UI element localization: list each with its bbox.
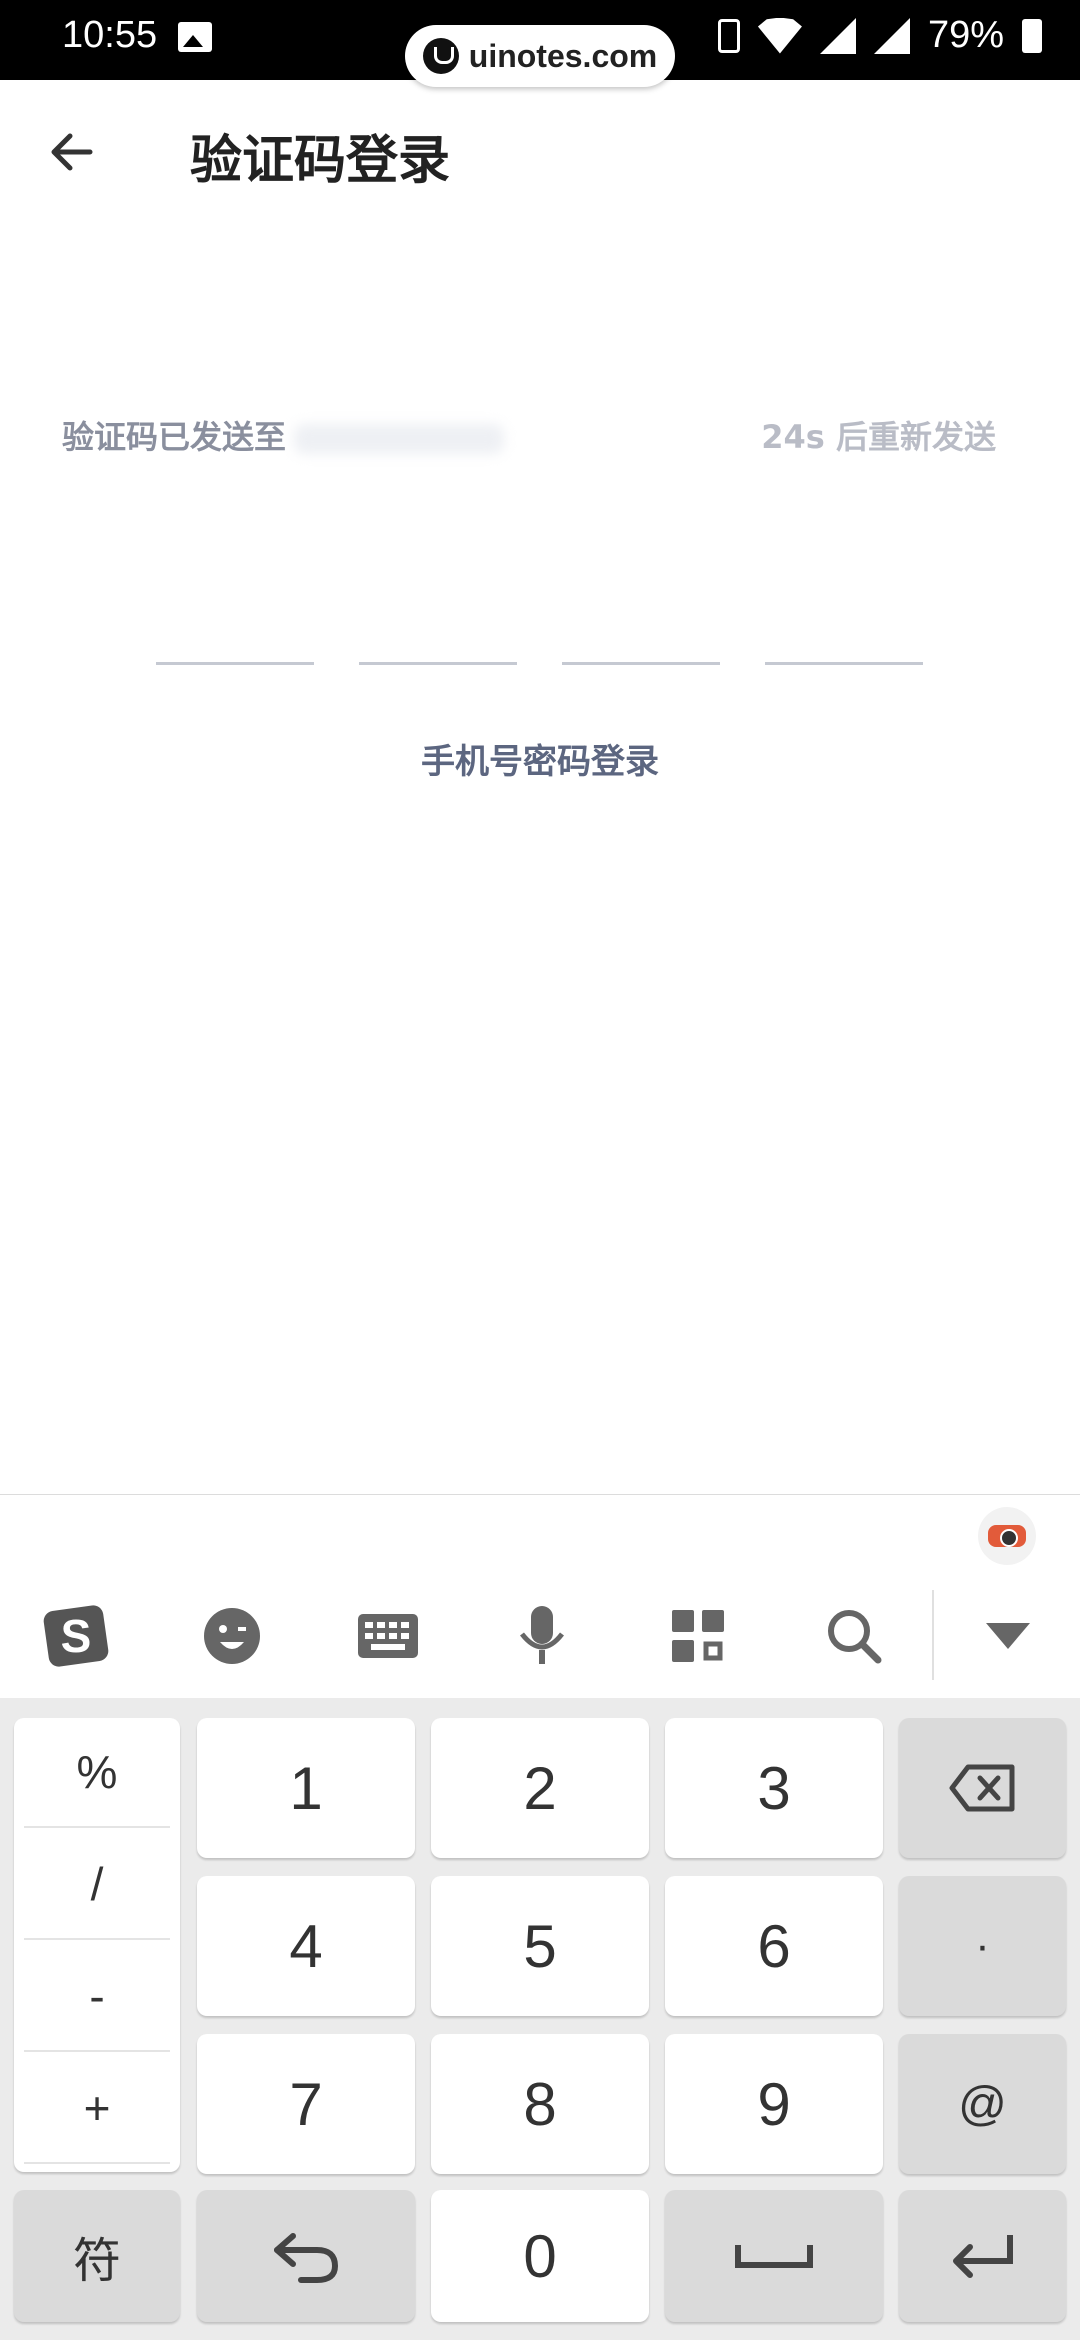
keyboard-suggestion-bar — [0, 1494, 1080, 1574]
microphone-icon[interactable] — [506, 1600, 578, 1672]
key-6[interactable]: 6 — [665, 1876, 883, 2016]
watermark-text: uinotes.com — [468, 37, 658, 74]
enter-key[interactable] — [899, 2190, 1066, 2322]
backspace-key[interactable] — [899, 1718, 1066, 1858]
app-header: 验证码登录 — [0, 80, 1080, 230]
key-5[interactable]: 5 — [431, 1876, 649, 2016]
dot-key[interactable]: · — [899, 1876, 1066, 2016]
key-9[interactable]: 9 — [665, 2034, 883, 2174]
enter-icon — [952, 2235, 1013, 2278]
at-key[interactable]: @ — [899, 2034, 1066, 2174]
image-notification-icon — [178, 22, 212, 52]
space-key[interactable] — [665, 2190, 883, 2322]
resend-countdown[interactable]: 24s 后重新发送 — [761, 412, 996, 458]
mascot-icon[interactable] — [978, 1507, 1036, 1565]
code-digit-4[interactable] — [765, 662, 923, 665]
search-icon[interactable] — [818, 1600, 890, 1672]
undo-arrow-icon — [274, 2233, 339, 2283]
signal-icon-2 — [873, 17, 910, 54]
status-icons: 79% — [717, 14, 1042, 57]
keyboard-icon[interactable] — [352, 1600, 424, 1672]
apps-grid-icon[interactable] — [662, 1600, 734, 1672]
key-1[interactable]: 1 — [197, 1718, 415, 1858]
code-digit-3[interactable] — [562, 662, 720, 665]
battery-percent: 79% — [927, 14, 1004, 56]
masked-phone-number — [294, 424, 505, 454]
password-login-link[interactable]: 手机号密码登录 — [0, 734, 1080, 783]
key-4[interactable]: 4 — [197, 1876, 415, 2016]
uinotes-logo-icon — [422, 38, 459, 74]
signal-icon — [819, 17, 856, 54]
toolbar-divider — [932, 1590, 934, 1680]
wifi-icon — [757, 17, 802, 54]
battery-icon — [1022, 18, 1042, 53]
space-icon — [735, 2245, 813, 2268]
key-3[interactable]: 3 — [665, 1718, 883, 1858]
symbol-key-minus[interactable]: - — [24, 1942, 170, 2052]
code-sent-label: 验证码已发送至 — [62, 418, 287, 456]
page-title: 验证码登录 — [190, 131, 451, 191]
code-digit-2[interactable] — [359, 662, 517, 665]
key-2[interactable]: 2 — [431, 1718, 649, 1858]
emoji-icon[interactable] — [196, 1600, 268, 1672]
watermark-badge: uinotes.com — [405, 25, 675, 87]
sogou-logo-icon[interactable]: S — [40, 1600, 112, 1672]
numeric-keyboard: % / - + 1 2 3 4 5 6 · 7 8 9 @ 符 0 — [0, 1698, 1080, 2340]
symbol-column[interactable]: % / - + — [14, 1718, 180, 2172]
back-button[interactable] — [40, 120, 104, 184]
back-arrow-icon — [51, 133, 93, 171]
symbols-key[interactable]: 符 — [14, 2190, 180, 2322]
symbol-key-plus[interactable]: + — [24, 2054, 170, 2164]
vibrate-icon — [717, 18, 740, 53]
code-digit-1[interactable] — [156, 662, 314, 665]
return-back-key[interactable] — [197, 2190, 415, 2322]
key-8[interactable]: 8 — [431, 2034, 649, 2174]
svg-text:S: S — [61, 1610, 92, 1662]
status-time: 10:55 — [62, 14, 158, 56]
code-sent-notice: 验证码已发送至 — [62, 412, 505, 458]
symbol-key-slash[interactable]: / — [24, 1830, 170, 1940]
key-0[interactable]: 0 — [431, 2190, 649, 2322]
collapse-keyboard-icon[interactable] — [972, 1600, 1044, 1672]
symbol-key-percent[interactable]: % — [24, 1718, 170, 1828]
keyboard-toolbar: S — [0, 1572, 1080, 1699]
key-7[interactable]: 7 — [197, 2034, 415, 2174]
backspace-icon — [949, 1764, 1014, 1812]
